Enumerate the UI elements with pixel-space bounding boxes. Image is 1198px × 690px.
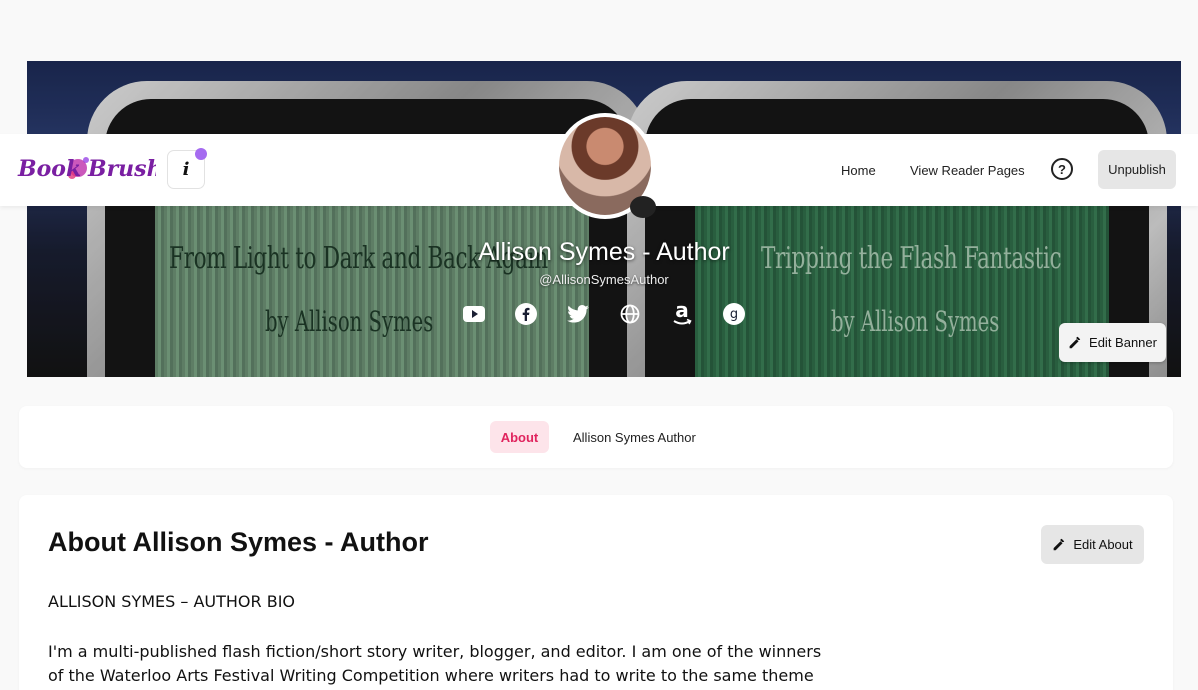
pencil-icon <box>1069 336 1081 349</box>
edit-banner-button[interactable]: Edit Banner <box>1059 323 1166 362</box>
info-icon: i <box>182 159 190 180</box>
social-links: a g <box>0 302 1198 326</box>
about-title: About Allison Symes - Author <box>48 527 429 557</box>
avatar-edit-icon[interactable] <box>630 196 656 218</box>
svg-text:Brush: Brush <box>87 156 156 182</box>
edit-about-button[interactable]: Edit About <box>1041 525 1144 564</box>
about-section: About Allison Symes - Author Edit About … <box>19 495 1173 690</box>
help-label: ? <box>1058 161 1066 177</box>
facebook-icon[interactable] <box>514 302 538 326</box>
author-name: Allison Symes - Author <box>478 238 730 266</box>
page-tabs: About Allison Symes Author <box>19 406 1173 468</box>
youtube-icon[interactable] <box>462 302 486 326</box>
goodreads-icon[interactable]: g <box>722 302 746 326</box>
bio-heading: ALLISON SYMES – AUTHOR BIO <box>48 592 296 611</box>
nav-home-link[interactable]: Home <box>841 163 876 178</box>
profile-banner: From Light to Dark and Back Again by All… <box>27 61 1181 377</box>
unpublish-button[interactable]: Unpublish <box>1098 150 1176 189</box>
book-brush-logo[interactable]: Book Brush <box>16 148 163 190</box>
amazon-icon[interactable]: a <box>670 302 694 326</box>
svg-text:g: g <box>730 307 738 322</box>
tab-allison-symes-author[interactable]: Allison Symes Author <box>573 430 696 445</box>
help-icon[interactable]: ? <box>1051 158 1073 180</box>
bio-text: I'm a multi-published flash fiction/shor… <box>48 642 822 685</box>
svg-text:a: a <box>675 302 689 322</box>
notification-dot <box>195 148 207 160</box>
globe-icon[interactable] <box>618 302 642 326</box>
edit-banner-label: Edit Banner <box>1089 335 1157 350</box>
twitter-icon[interactable] <box>566 302 590 326</box>
pencil-icon <box>1053 538 1065 551</box>
edit-about-label: Edit About <box>1073 537 1133 552</box>
nav-view-reader-pages-link[interactable]: View Reader Pages <box>910 163 1025 178</box>
svg-text:Book: Book <box>17 156 81 182</box>
author-handle: @AllisonSymesAuthor <box>539 272 669 287</box>
tab-about[interactable]: About <box>490 421 549 453</box>
